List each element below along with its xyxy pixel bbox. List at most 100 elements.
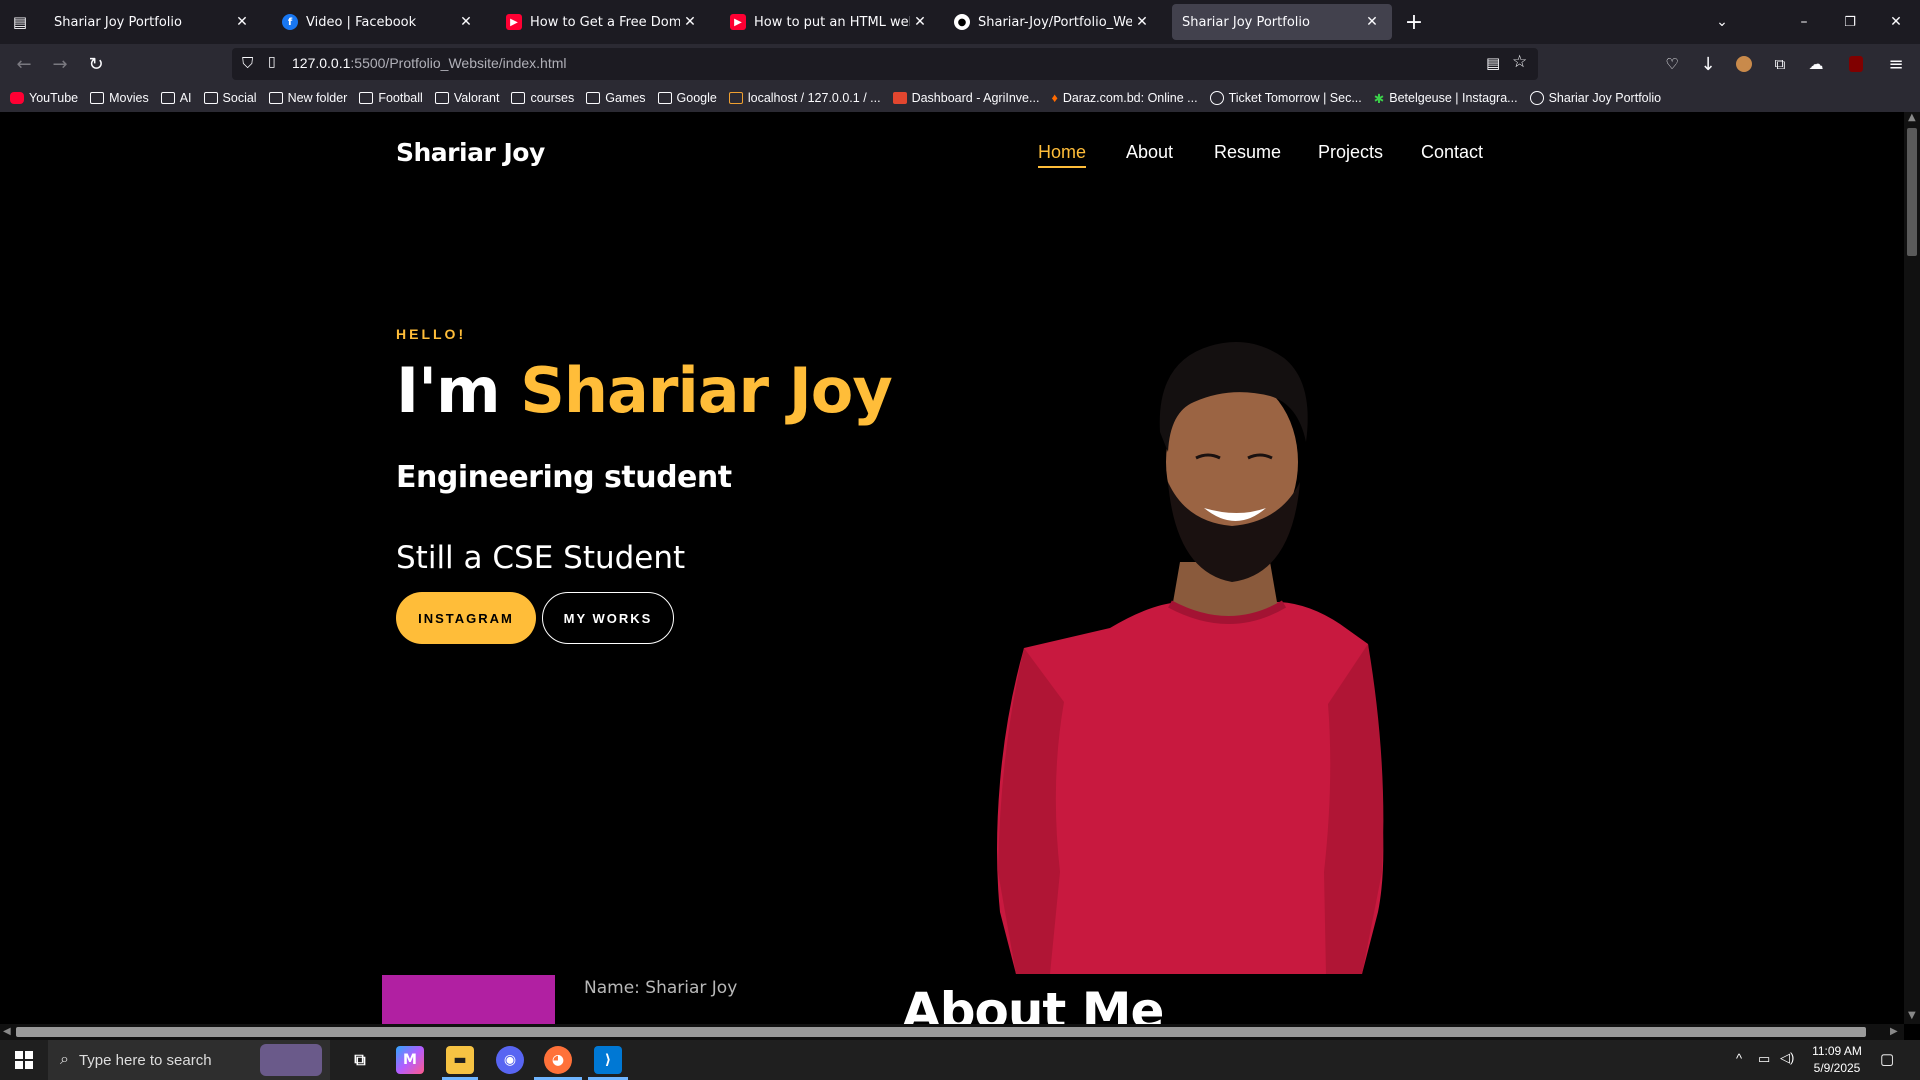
windows-start-icon[interactable] [10, 1046, 38, 1074]
account-avatar-icon[interactable] [1730, 50, 1758, 78]
tab-youtube-domain[interactable]: ▶ How to Get a Free Domain (Com ✕ [496, 4, 710, 40]
about-title: About Me [902, 982, 1164, 1024]
scrollbar-thumb[interactable] [1907, 128, 1917, 256]
taskbar-search[interactable]: ⌕ Type here to search [48, 1040, 330, 1080]
bookmark-games[interactable]: Games [586, 91, 646, 105]
restore-icon[interactable]: ❐ [1836, 8, 1864, 36]
extensions-icon[interactable]: ⧉ [1766, 50, 1794, 78]
tab-facebook[interactable]: f Video | Facebook ✕ [272, 4, 486, 40]
bookmark-betelgeuse[interactable]: ✱ Betelgeuse | Instagra... [1374, 91, 1518, 106]
close-icon[interactable]: ✕ [456, 14, 476, 30]
site-logo[interactable]: Shariar Joy [396, 138, 545, 167]
bookmark-label: Football [378, 91, 423, 105]
globe-icon [1529, 91, 1544, 105]
new-tab-icon[interactable]: + [1400, 8, 1428, 36]
download-icon[interactable]: ↓ [1694, 50, 1722, 78]
pocket-icon[interactable]: ♡ [1658, 50, 1686, 78]
reload-icon[interactable]: ↻ [82, 50, 110, 78]
scroll-left-icon[interactable]: ◀ [3, 1026, 11, 1037]
scrollbar-thumb[interactable] [16, 1027, 1866, 1037]
search-icon: ⌕ [60, 1051, 69, 1068]
bookmark-label: Google [676, 91, 717, 105]
sync-icon[interactable]: ☁ [1802, 50, 1830, 78]
bookmark-social[interactable]: Social [203, 91, 257, 105]
bookmark-daraz[interactable]: ♦ Daraz.com.bd: Online ... [1051, 91, 1197, 105]
back-icon[interactable]: ← [10, 50, 38, 78]
close-icon[interactable]: ✕ [910, 14, 930, 30]
star-icon[interactable]: ☆ [1512, 52, 1527, 72]
nav-about[interactable]: About [1126, 142, 1173, 163]
url-text[interactable]: 127.0.0.1:5500/Protfolio_Website/index.h… [292, 55, 566, 71]
folder-icon [511, 92, 526, 104]
bookmark-youtube[interactable]: YouTube [10, 91, 78, 105]
close-icon[interactable]: ✕ [1132, 14, 1152, 30]
nav-projects[interactable]: Projects [1318, 142, 1383, 163]
ublock-icon[interactable] [1842, 50, 1870, 78]
bookmark-label: Games [605, 91, 646, 105]
close-icon[interactable]: ✕ [232, 14, 252, 30]
notifications-icon[interactable]: ▢ [1880, 1050, 1894, 1068]
tab-youtube-html[interactable]: ▶ How to put an HTML website o ✕ [720, 4, 940, 40]
bookmark-agriinvest[interactable]: Dashboard - AgriInve... [892, 91, 1039, 105]
close-icon[interactable]: ✕ [680, 14, 700, 30]
instagram-button[interactable]: INSTAGRAM [396, 592, 536, 644]
folder-icon [359, 92, 374, 104]
chevron-up-icon[interactable]: ^ [1736, 1051, 1742, 1066]
bookmark-label: Ticket Tomorrow | Sec... [1228, 91, 1362, 105]
forward-icon[interactable]: → [46, 50, 74, 78]
nav-contact[interactable]: Contact [1421, 142, 1483, 163]
menu-icon[interactable]: ≡ [1882, 50, 1910, 78]
search-highlight-icon [260, 1044, 322, 1076]
bookmark-label: localhost / 127.0.0.1 / ... [747, 91, 881, 105]
task-view-icon[interactable]: ⧉ [346, 1046, 374, 1074]
chevron-down-icon[interactable]: ⌄ [1708, 8, 1736, 36]
bookmark-courses[interactable]: courses [511, 91, 574, 105]
scroll-right-icon[interactable]: ▶ [1890, 1026, 1898, 1037]
tab-portfolio-active[interactable]: Shariar Joy Portfolio ✕ [1172, 4, 1392, 40]
scroll-down-icon[interactable]: ▼ [1908, 1010, 1916, 1021]
bookmark-label: Social [222, 91, 257, 105]
bookmark-google[interactable]: Google [657, 91, 717, 105]
bookmark-ticket-tomorrow[interactable]: Ticket Tomorrow | Sec... [1209, 91, 1362, 105]
tab-list-icon[interactable]: ▤ [6, 8, 34, 36]
hero-name: Shariar Joy [520, 354, 893, 427]
hero-typed-text: Still a CSE Student [396, 540, 686, 576]
tab-github[interactable]: ● Shariar-Joy/Portfolio_Website-m ✕ [944, 4, 1162, 40]
shield-icon[interactable]: ⛉ [242, 54, 253, 72]
bookmark-new-folder[interactable]: New folder [268, 91, 347, 105]
bookmark-ai[interactable]: AI [160, 91, 192, 105]
url-bar[interactable]: ⛉ ▯ 127.0.0.1:5500/Protfolio_Website/ind… [232, 48, 1538, 80]
bookmark-localhost[interactable]: localhost / 127.0.0.1 / ... [728, 91, 881, 105]
about-name-line: Name: Shariar Joy [584, 978, 738, 998]
vertical-scrollbar[interactable]: ▲ ▼ [1904, 112, 1920, 1024]
scroll-up-icon[interactable]: ▲ [1908, 112, 1916, 123]
tab-portfolio-1[interactable]: Shariar Joy Portfolio ✕ [44, 4, 262, 40]
bookmark-portfolio[interactable]: Shariar Joy Portfolio [1529, 91, 1662, 105]
tab-title: How to Get a Free Domain (Com [530, 14, 680, 30]
bookmark-movies[interactable]: Movies [90, 91, 149, 105]
my-works-button[interactable]: MY WORKS [542, 592, 674, 644]
star-icon: ✱ [1373, 91, 1385, 106]
close-icon[interactable]: ✕ [1362, 14, 1382, 30]
window-close-icon[interactable]: ✕ [1882, 8, 1910, 36]
reader-view-icon[interactable]: ▤ [1486, 54, 1500, 72]
minimize-icon[interactable]: – [1790, 8, 1818, 36]
nav-resume[interactable]: Resume [1214, 142, 1281, 163]
volume-icon[interactable]: ◁) [1780, 1050, 1794, 1066]
vscode-icon[interactable]: ⟩ [594, 1046, 622, 1074]
microsoft365-icon[interactable]: M [396, 1046, 424, 1074]
nav-home[interactable]: Home [1038, 142, 1086, 163]
discord-icon[interactable]: ◉ [496, 1046, 524, 1074]
bookmark-label: Shariar Joy Portfolio [1548, 91, 1662, 105]
network-icon[interactable]: ▭ [1758, 1051, 1770, 1067]
firefox-icon[interactable]: ◕ [544, 1046, 572, 1074]
horizontal-scrollbar[interactable]: ◀ ▶ [0, 1024, 1904, 1040]
hero-portrait [997, 342, 1384, 974]
file-explorer-icon[interactable]: ▬ [446, 1046, 474, 1074]
page-info-icon[interactable]: ▯ [268, 54, 276, 70]
tab-title: Shariar-Joy/Portfolio_Website-m [978, 14, 1132, 30]
bookmark-football[interactable]: Football [359, 91, 423, 105]
bookmark-valorant[interactable]: Valorant [434, 91, 499, 105]
page-viewport: Shariar Joy Home About Resume Projects C… [0, 112, 1904, 1024]
clock[interactable]: 11:09 AM 5/9/2025 [1806, 1044, 1868, 1075]
